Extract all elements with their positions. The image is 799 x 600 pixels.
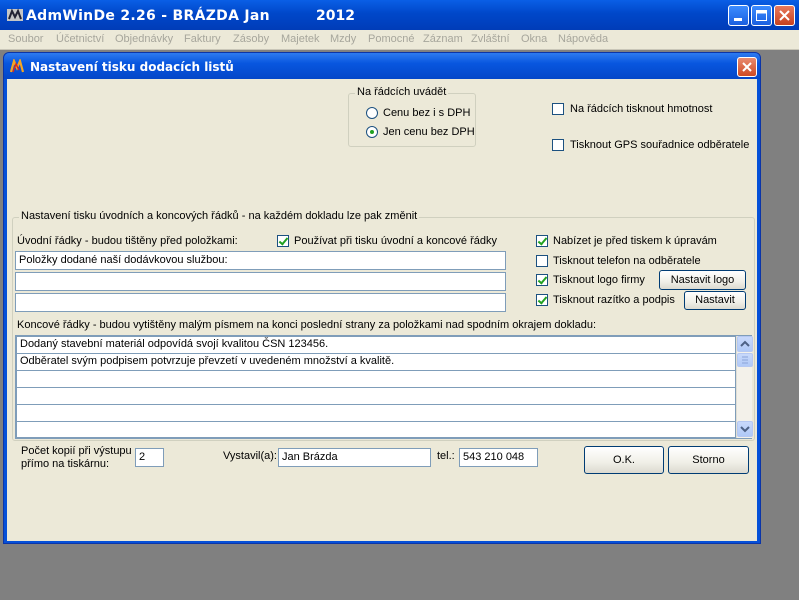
header-footer-legend: Nastavení tisku úvodních a koncových řád… [19,210,420,222]
app-year: 2012 [316,8,355,24]
weight-checkbox[interactable] [552,103,564,115]
menu-ucetnictvi[interactable]: Účetnictví [56,33,104,45]
menu-bar: Soubor Účetnictví Objednávky Faktury Zás… [0,30,799,50]
footer-lines-list: Dodaný stavební materiál odpovídá svojí … [15,335,753,439]
scroll-thumb[interactable] [737,353,753,367]
app-title: AdmWinDe 2.26 - BRÁZDA Jan [26,8,270,24]
copies-input[interactable]: 2 [135,448,164,467]
radio-price-without-vat[interactable] [366,126,378,138]
menu-zaznam[interactable]: Záznam [423,33,463,45]
footer-line-1[interactable]: Dodaný stavební materiál odpovídá svojí … [16,336,736,354]
print-logo-checkbox[interactable] [536,274,548,286]
footer-line-5[interactable] [16,404,736,422]
maximize-icon [756,10,767,21]
app-titlebar[interactable]: AdmWinDe 2.26 - BRÁZDA Jan 2012 [0,0,799,30]
menu-faktury[interactable]: Faktury [184,33,221,45]
radio-price-with-vat-label[interactable]: Cenu bez i s DPH [383,107,470,119]
footer-line-3[interactable] [16,370,736,388]
set-logo-button[interactable]: Nastavit logo [659,270,746,290]
maximize-button[interactable] [751,5,772,26]
dialog-app-icon [10,59,25,73]
use-lines-checkbox-label[interactable]: Používat při tisku úvodní a koncové řádk… [294,235,497,247]
print-stamp-checkbox-label[interactable]: Tisknout razítko a podpis [553,294,675,306]
close-icon [779,10,790,21]
intro-line-1[interactable]: Položky dodané naší dodávkovou službou: [15,251,506,270]
footer-lines-label: Koncové řádky - budou vytištěny malým pí… [17,319,597,331]
app-close-button[interactable] [774,5,795,26]
minimize-icon [734,18,742,21]
menu-objednavky[interactable]: Objednávky [115,33,173,45]
scroll-down-button[interactable] [737,421,753,437]
chevron-down-icon [740,426,750,433]
print-phone-checkbox-label[interactable]: Tisknout telefon na odběratele [553,255,701,267]
intro-line-2[interactable] [15,272,506,291]
minimize-button[interactable] [728,5,749,26]
dialog-title: Nastavení tisku dodacích listů [30,60,234,74]
app-logo-icon [7,8,23,21]
print-stamp-checkbox[interactable] [536,294,548,306]
cancel-button[interactable]: Storno [668,446,749,474]
grip-icon [742,356,748,364]
menu-zasoby[interactable]: Zásoby [233,33,269,45]
tel-input[interactable]: 543 210 048 [459,448,538,467]
menu-mzdy[interactable]: Mzdy [330,33,356,45]
scroll-up-button[interactable] [737,336,753,352]
print-logo-checkbox-label[interactable]: Tisknout logo firmy [553,274,645,286]
tel-label: tel.: [437,450,455,462]
weight-checkbox-label[interactable]: Na řádcích tisknout hmotnost [570,103,712,115]
intro-lines-label: Úvodní řádky - budou tištěny před položk… [17,235,238,247]
dialog-body: Na řádcích uvádět Cenu bez i s DPH Jen c… [7,79,757,541]
gps-checkbox-label[interactable]: Tisknout GPS souřadnice odběratele [570,139,749,151]
menu-zvlastni[interactable]: Zvláštní [471,33,510,45]
menu-majetek[interactable]: Majetek [281,33,320,45]
copies-label-line1: Počet kopií při výstupu [21,445,132,457]
issued-by-label: Vystavil(a): [223,450,277,462]
offer-edit-checkbox-label[interactable]: Nabízet je před tiskem k úpravám [553,235,717,247]
footer-scrollbar[interactable] [736,336,753,438]
radio-price-without-vat-label[interactable]: Jen cenu bez DPH [383,126,475,138]
gps-checkbox[interactable] [552,139,564,151]
close-icon [742,62,752,72]
issued-by-input[interactable]: Jan Brázda [278,448,431,467]
footer-line-2[interactable]: Odběratel svým podpisem potvrzuje převze… [16,353,736,371]
menu-napoveda[interactable]: Nápověda [558,33,608,45]
menu-pomocne[interactable]: Pomocné [368,33,414,45]
intro-line-3[interactable] [15,293,506,312]
menu-okna[interactable]: Okna [521,33,547,45]
copies-label-line2: přímo na tiskárnu: [21,458,110,470]
chevron-up-icon [740,340,750,347]
print-settings-dialog: Nastavení tisku dodacích listů Na řádcíc… [3,52,761,544]
footer-line-4[interactable] [16,387,736,405]
print-phone-checkbox[interactable] [536,255,548,267]
price-group-legend: Na řádcích uvádět [355,86,449,98]
radio-price-with-vat[interactable] [366,107,378,119]
footer-line-6[interactable] [16,421,736,438]
ok-button[interactable]: O.K. [584,446,664,474]
price-group: Na řádcích uvádět Cenu bez i s DPH Jen c… [348,86,476,147]
use-lines-checkbox[interactable] [277,235,289,247]
dialog-close-button[interactable] [737,57,757,77]
dialog-titlebar[interactable]: Nastavení tisku dodacích listů [4,53,760,79]
offer-edit-checkbox[interactable] [536,235,548,247]
set-stamp-button[interactable]: Nastavit [684,291,746,310]
menu-soubor[interactable]: Soubor [8,33,43,45]
